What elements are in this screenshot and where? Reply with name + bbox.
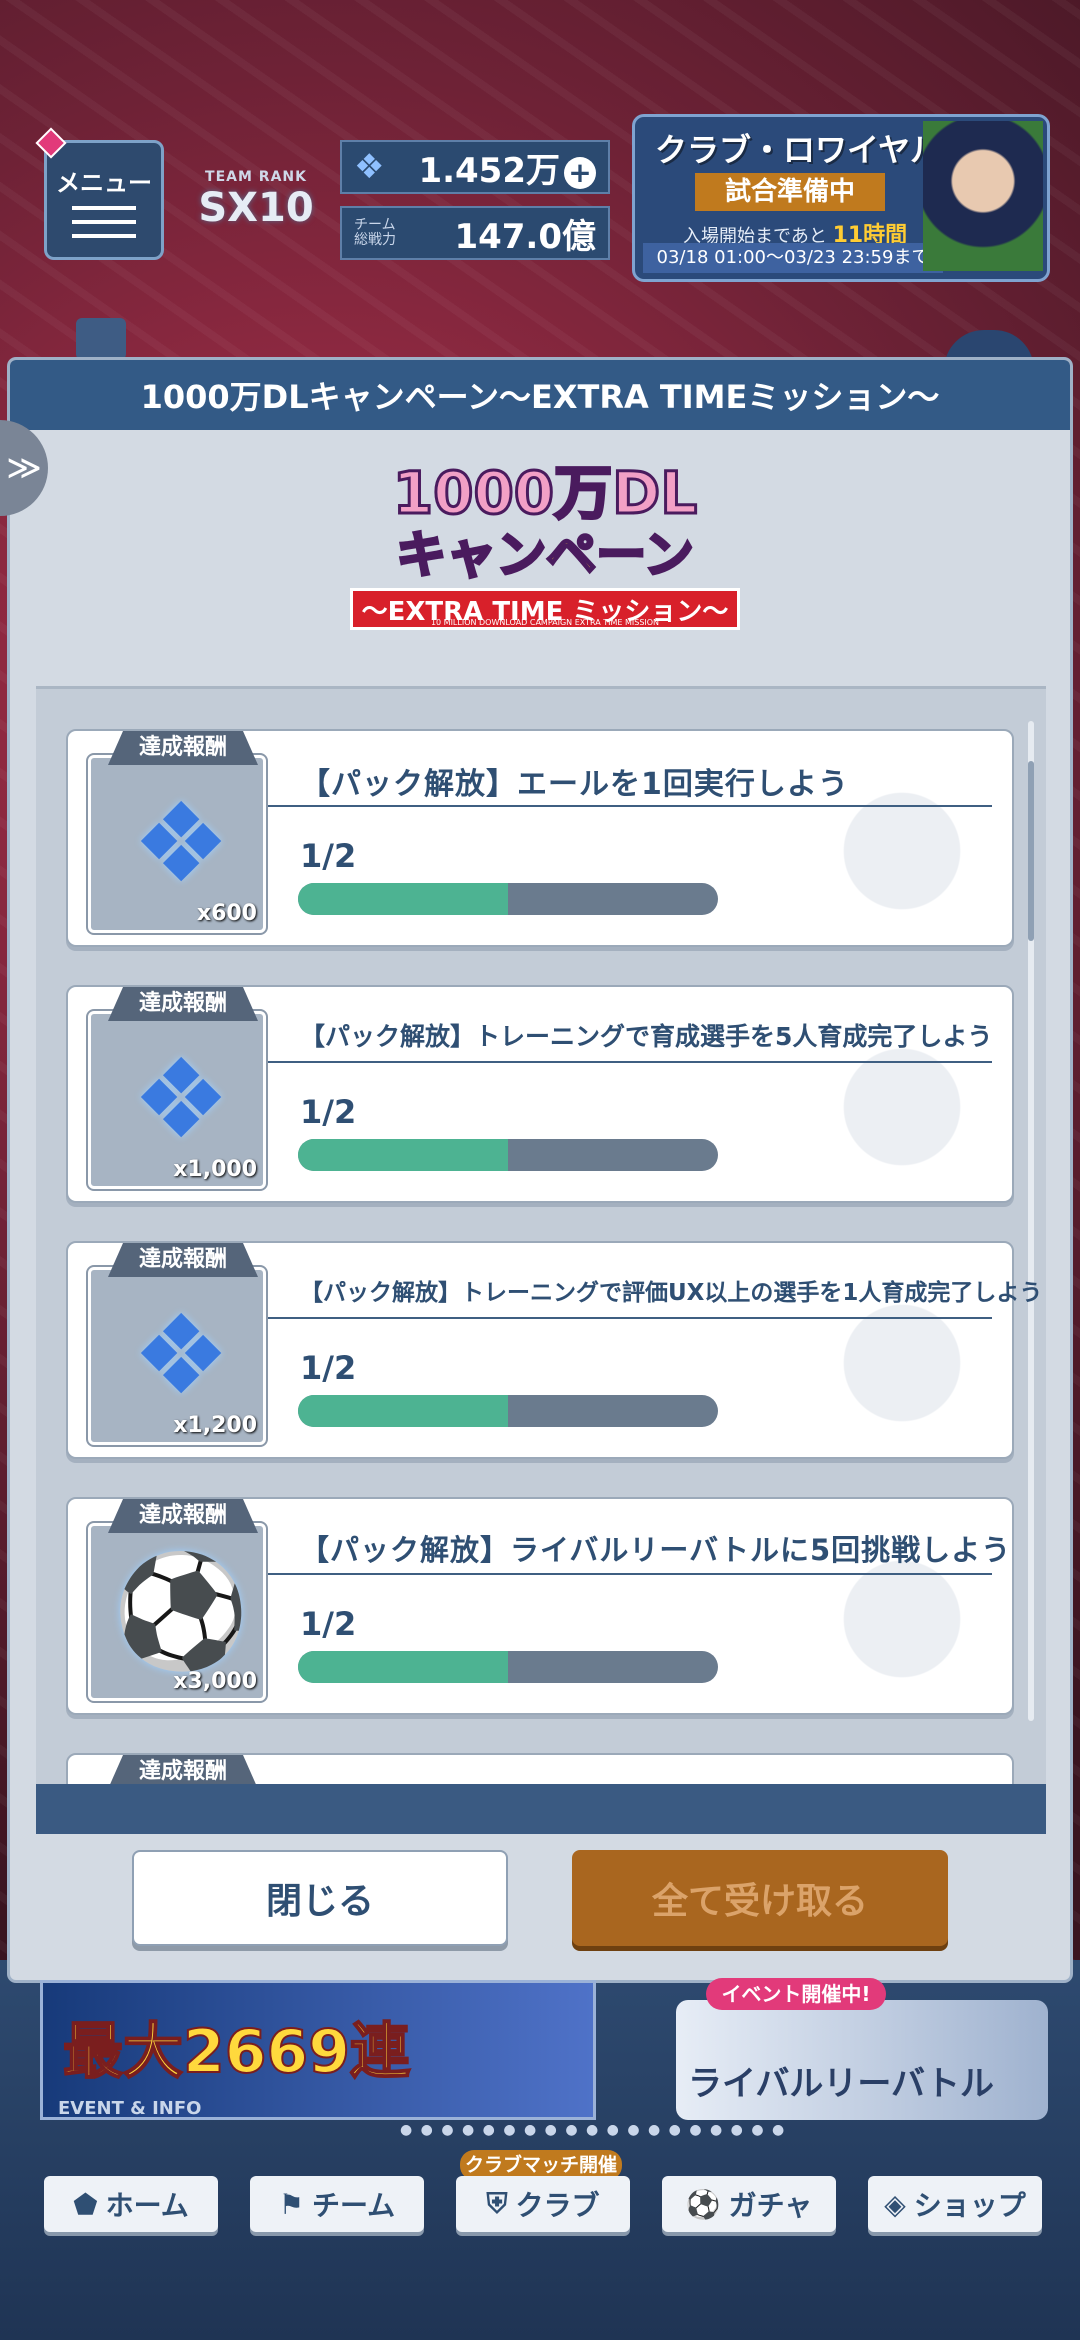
club-royal-period: 03/18 01:00〜03/23 23:59まで (643, 243, 943, 273)
reward-quantity: x1,200 (173, 1413, 257, 1438)
progress-text: 1/2 (300, 1349, 357, 1387)
club-icon: ⛨ (486, 2187, 508, 2220)
mission-title: 【パック解放】トレーニングで育成選手を5人育成完了しよう (300, 1022, 993, 1051)
title-underline (268, 1061, 992, 1063)
carousel-dots[interactable]: ● ● ● ● ● ● ● ● ● ● ● ● ● ● ● ● ● ● ● (400, 2122, 786, 2138)
club-royal-title: クラブ・ロワイヤル (655, 131, 943, 169)
title-underline (268, 805, 992, 807)
reward-box[interactable]: ❖ x1,200 (88, 1267, 266, 1445)
team-power-value: 147.0億 (454, 216, 596, 257)
close-button[interactable]: 閉じる (132, 1850, 508, 1946)
list-footer (36, 1784, 1046, 1834)
bag-icon[interactable] (76, 318, 126, 360)
reward-box[interactable]: ❖ x600 (88, 755, 266, 933)
progress-text: 1/2 (300, 1605, 357, 1643)
team-rank-value: SX10 (198, 185, 314, 231)
menu-icon (72, 205, 136, 238)
event-info-label: EVENT & INFO (58, 2098, 202, 2119)
tab-shop[interactable]: ◈ ショップ (868, 2176, 1042, 2232)
progress-fill (298, 883, 508, 915)
club-royal-status: 試合準備中 (695, 173, 885, 211)
menu-label: メニュー (56, 168, 152, 197)
bottom-nav: クラブマッチ開催中 ⬟ホーム ⚑チーム ⛨クラブ ⚽ガチャ ◈ショップ (0, 2150, 1080, 2260)
campaign-logo-line1: 1000万DL (391, 459, 699, 528)
mission-card: ⚽ x3,000 達成報酬 【パック解放】ライバルリーバトルに5回挑戦しよう 1… (66, 1497, 1014, 1715)
reward-quantity: x1,000 (173, 1157, 257, 1182)
claim-all-button[interactable]: 全て受け取る (572, 1850, 948, 1946)
progress-bar (298, 1139, 718, 1171)
reward-tag: 達成報酬 (108, 1499, 258, 1533)
progress-bar (298, 1651, 718, 1683)
menu-button[interactable]: メニュー (44, 140, 164, 260)
event-active-badge: イベント開催中! (706, 1978, 886, 2010)
mission-modal: 1000万DLキャンペーン〜EXTRA TIMEミッション〜 1000万DL キ… (10, 360, 1070, 1980)
title-underline (268, 1317, 992, 1319)
progress-fill (298, 1139, 508, 1171)
currency-display: ❖ 1.452万 + (340, 140, 610, 194)
mission-card: ❖ x1,000 達成報酬 【パック解放】トレーニングで育成選手を5人育成完了し… (66, 985, 1014, 1203)
gem-icon: ❖ (131, 1291, 231, 1419)
reward-tag: 達成報酬 (108, 1243, 258, 1277)
mission-title: 【パック解放】ライバルリーバトルに5回挑戦しよう (300, 1533, 1012, 1567)
scrollbar-thumb[interactable] (1028, 761, 1034, 941)
campaign-logo: 1000万DL キャンペーン 〜EXTRA TIME ミッション〜 10 MIL… (345, 459, 745, 650)
progress-text: 1/2 (300, 1093, 357, 1131)
mission-list-scrollbar[interactable] (1028, 721, 1034, 1721)
currency-value: 1.452万 (418, 150, 560, 191)
gem-icon: ❖ (354, 147, 385, 187)
team-power-label: チーム 総戦力 (354, 217, 396, 248)
add-currency-button[interactable]: + (564, 156, 596, 189)
tab-club[interactable]: ⛨ クラブ (456, 2176, 630, 2232)
reward-box[interactable]: ⚽ x3,000 (88, 1523, 266, 1701)
team-rank-label: TEAM RANK (205, 169, 307, 185)
team-icon: ⚑ (278, 2187, 304, 2221)
club-royal-banner[interactable]: クラブ・ロワイヤル 試合準備中 入場開始まであと 11時間 03/18 01:0… (632, 114, 1050, 282)
mission-title: 【パック解放】トレーニングで評価UX以上の選手を1人育成完了しよう (300, 1280, 1043, 1306)
reward-box[interactable]: ❖ x1,000 (88, 1011, 266, 1189)
progress-fill (298, 1651, 508, 1683)
campaign-logo-line2: キャンペーン (395, 525, 695, 586)
tab-gacha[interactable]: ⚽ ガチャ (662, 2176, 836, 2232)
gacha-icon: ⚽ (685, 2187, 721, 2221)
tab-label: クラブ (515, 2189, 600, 2222)
tab-label: ホーム (105, 2189, 189, 2222)
progress-bar (298, 883, 718, 915)
card-decoration (802, 1283, 1002, 1443)
mission-list[interactable]: ❖ x600 達成報酬 【パック解放】エールを1回実行しよう 1/2 ❖ x1,… (36, 686, 1046, 1794)
reward-quantity: x3,000 (173, 1669, 257, 1694)
team-power-display: チーム 総戦力 147.0億 (340, 206, 610, 260)
tab-team[interactable]: ⚑ チーム (250, 2176, 424, 2232)
tab-label: チーム (311, 2189, 396, 2222)
rivalry-battle-title: ライバルリーバトル (688, 2064, 994, 2104)
progress-bar (298, 1395, 718, 1427)
progress-fill (298, 1395, 508, 1427)
gem-icon: ❖ (131, 779, 231, 907)
mission-title: 【パック解放】エールを1回実行しよう (300, 767, 849, 802)
mission-card: ❖ x1,200 達成報酬 【パック解放】トレーニングで評価UX以上の選手を1人… (66, 1241, 1042, 1459)
rivalry-battle-banner[interactable]: イベント開催中! ライバルリーバトル (676, 1978, 1048, 2120)
tab-label: ガチャ (728, 2189, 813, 2222)
home-icon: ⬟ (73, 2187, 98, 2221)
gem-icon: ❖ (131, 1035, 231, 1163)
reward-quantity: x600 (196, 901, 257, 926)
tab-home[interactable]: ⬟ ホーム (44, 2176, 218, 2232)
campaign-logo-subtext: 10 MILLION DOWNLOAD CAMPAIGN EXTRA TIME … (430, 618, 660, 627)
reward-tag: 達成報酬 (108, 731, 258, 765)
modal-title: 1000万DLキャンペーン〜EXTRA TIMEミッション〜 (10, 360, 1070, 430)
event-banner-title: 最大2669連 (62, 2016, 411, 2088)
tab-label: ショップ (913, 2189, 1026, 2222)
shop-icon: ◈ (884, 2187, 906, 2221)
title-underline (268, 1573, 992, 1575)
mission-card: ❖ x600 達成報酬 【パック解放】エールを1回実行しよう 1/2 (66, 729, 1014, 947)
progress-text: 1/2 (300, 837, 357, 875)
team-rank-badge[interactable]: TEAM RANK SX10 (196, 140, 316, 260)
reward-tag: 達成報酬 (108, 987, 258, 1021)
ball-icon: ⚽ (112, 1547, 250, 1675)
player-avatar (923, 121, 1043, 271)
